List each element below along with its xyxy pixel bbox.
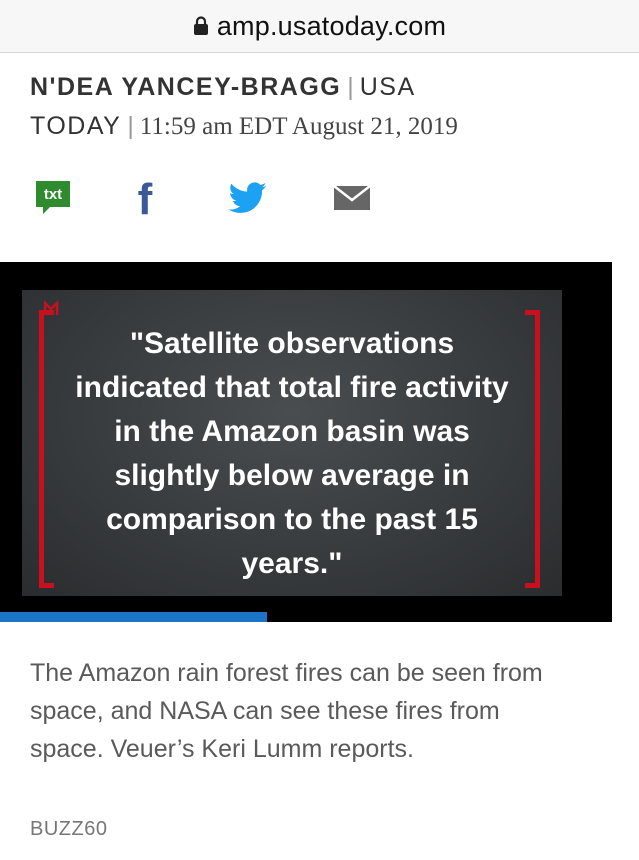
share-sms-button[interactable]: txt xyxy=(34,178,72,218)
browser-address-bar[interactable]: amp.usatoday.com xyxy=(0,0,639,53)
quote-bracket-left xyxy=(39,310,54,588)
publication-name-line2: TODAY xyxy=(30,112,122,140)
share-facebook-button[interactable]: f xyxy=(130,178,160,218)
facebook-icon: f xyxy=(138,178,153,218)
byline-separator: | xyxy=(347,73,354,101)
lock-icon xyxy=(193,16,208,35)
video-caption: The Amazon rain forest fires can be seen… xyxy=(30,659,543,763)
sms-text-icon: txt xyxy=(36,181,70,214)
publish-timestamp: 11:59 am EDT August 21, 2019 xyxy=(139,113,458,140)
email-icon xyxy=(333,185,371,210)
video-progress-fill xyxy=(0,612,267,622)
article-byline: N'DEA YANCEY-BRAGG | USA TODAY | 11:59 am ED… xyxy=(30,68,620,146)
video-credit: BUZZ60 xyxy=(30,818,108,840)
twitter-icon xyxy=(229,182,267,213)
quote-bracket-right xyxy=(525,310,540,588)
video-quote-text: "Satellite observations indicated that t… xyxy=(75,327,509,580)
author-name[interactable]: N'DEA YANCEY-BRAGG xyxy=(30,73,341,101)
share-twitter-button[interactable] xyxy=(228,178,268,218)
share-bar: txt f xyxy=(0,178,639,218)
publication-name-line1: USA xyxy=(359,73,416,101)
byline-separator-2: | xyxy=(127,112,134,140)
url-text: amp.usatoday.com xyxy=(216,10,447,41)
video-player[interactable]: "Satellite observations indicated that t… xyxy=(0,262,612,622)
video-frame: "Satellite observations indicated that t… xyxy=(22,290,562,596)
facebook-icon-label: f xyxy=(138,178,153,218)
sms-icon-label: txt xyxy=(44,186,62,203)
share-email-button[interactable] xyxy=(332,178,372,218)
video-progress-bar[interactable] xyxy=(0,612,612,622)
